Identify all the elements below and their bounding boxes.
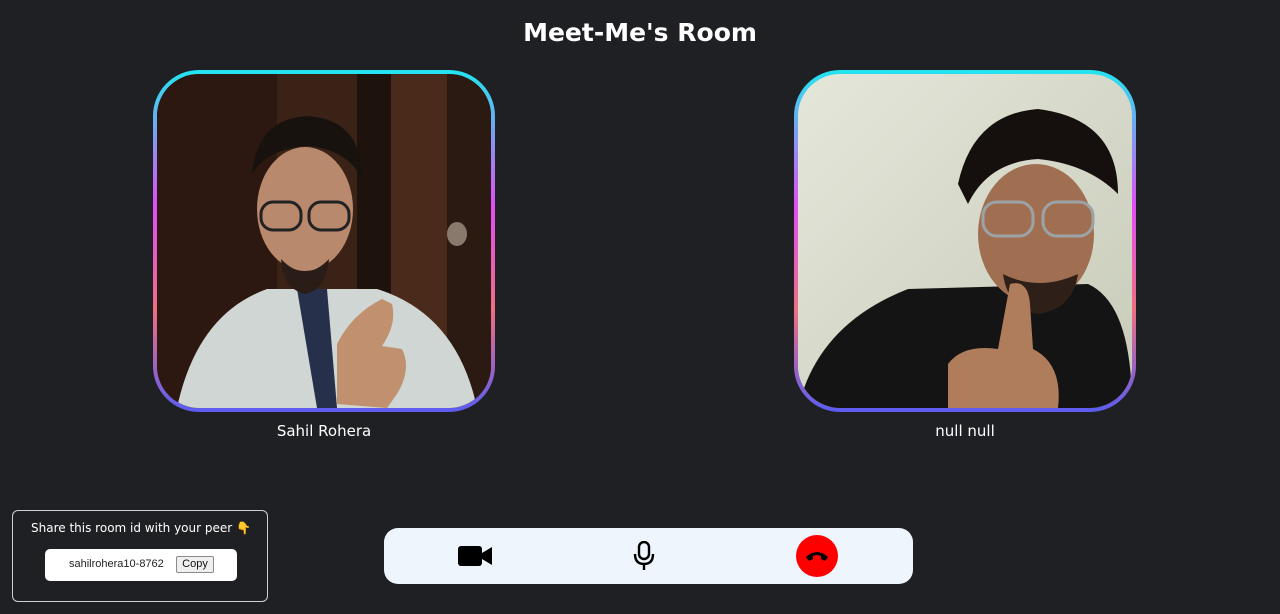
room-id-box: sahilrohera10-8762 Copy [45,549,237,581]
participant-video-tile-local [153,70,495,412]
end-call-button[interactable] [796,528,838,584]
participant-video-image [157,74,491,408]
participant-name-local: Sahil Rohera [276,422,372,440]
share-room-panel: Share this room id with your peer 👇 sahi… [12,510,268,602]
participant-video-tile-remote [794,70,1136,412]
call-controls-bar [384,528,913,584]
end-call-circle [796,535,838,577]
video-feed [157,74,491,408]
participant-video-image [798,74,1132,408]
copy-room-id-button[interactable]: Copy [176,556,214,573]
video-feed [798,74,1132,408]
toggle-microphone-button[interactable] [624,528,664,584]
participant-name-remote: null null [935,422,995,440]
share-room-message: Share this room id with your peer 👇 [31,521,251,535]
room-title: Meet-Me's Room [523,18,757,47]
video-camera-icon [458,546,492,566]
microphone-icon [633,541,655,570]
room-id-text: sahilrohera10-8762 [69,558,164,570]
phone-hangup-icon [806,552,828,561]
toggle-camera-button[interactable] [456,528,496,584]
